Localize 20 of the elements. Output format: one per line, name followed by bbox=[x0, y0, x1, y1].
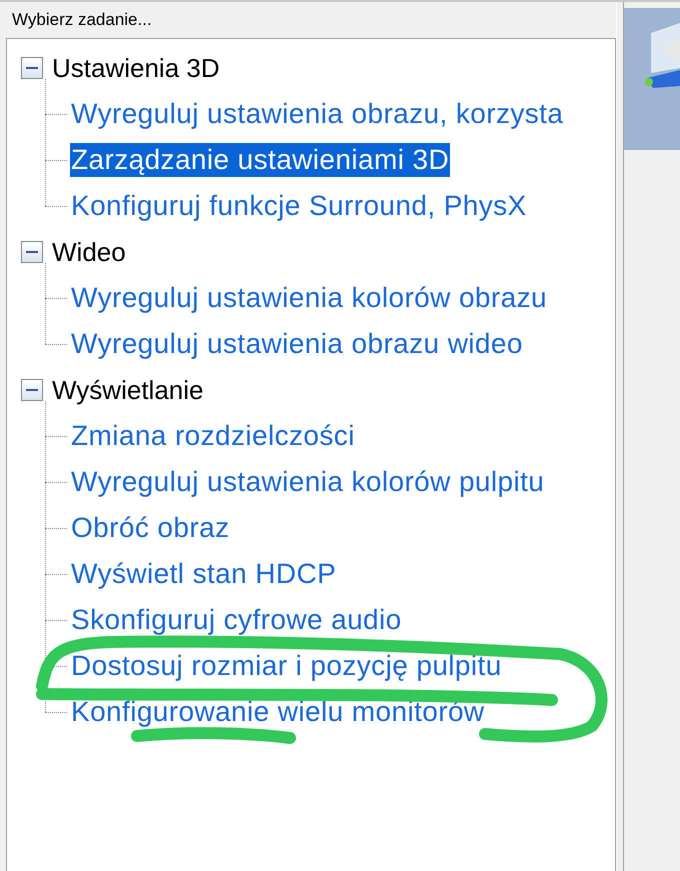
tree-item[interactable]: Obróć obraz bbox=[70, 511, 230, 545]
collapse-icon[interactable] bbox=[21, 241, 43, 263]
tree-item[interactable]: Zmiana rozdzielczości bbox=[70, 419, 356, 453]
tree-item[interactable]: Konfigurowanie wielu monitorów bbox=[70, 695, 486, 729]
tree-item[interactable]: Wyreguluj ustawienia kolorów pulpitu bbox=[70, 465, 546, 499]
tree-item[interactable]: Dostosuj rozmiar i pozycję pulpitu bbox=[70, 649, 503, 683]
tree-category[interactable]: Wyświetlanie bbox=[52, 374, 204, 406]
tree-category[interactable]: Ustawienia 3D bbox=[52, 52, 220, 84]
tree-item[interactable]: Wyreguluj ustawienia obrazu wideo bbox=[70, 327, 524, 361]
tree-item[interactable]: Wyreguluj ustawienia obrazu, korzysta bbox=[70, 97, 564, 131]
tree-item[interactable]: Zarządzanie ustawieniami 3D bbox=[70, 143, 450, 177]
tree-item[interactable]: Konfiguruj funkcje Surround, PhysX bbox=[70, 189, 528, 223]
collapse-icon[interactable] bbox=[21, 379, 43, 401]
tree-category[interactable]: Wideo bbox=[52, 236, 126, 268]
tree-item[interactable]: Skonfiguruj cyfrowe audio bbox=[70, 603, 403, 637]
tree-item[interactable]: Wyświetl stan HDCP bbox=[70, 557, 338, 591]
panel-title: Wybierz zadanie... bbox=[11, 9, 153, 31]
splitter[interactable] bbox=[616, 2, 624, 871]
collapse-icon[interactable] bbox=[21, 57, 43, 79]
tree-item[interactable]: Wyreguluj ustawienia kolorów obrazu bbox=[70, 281, 548, 315]
